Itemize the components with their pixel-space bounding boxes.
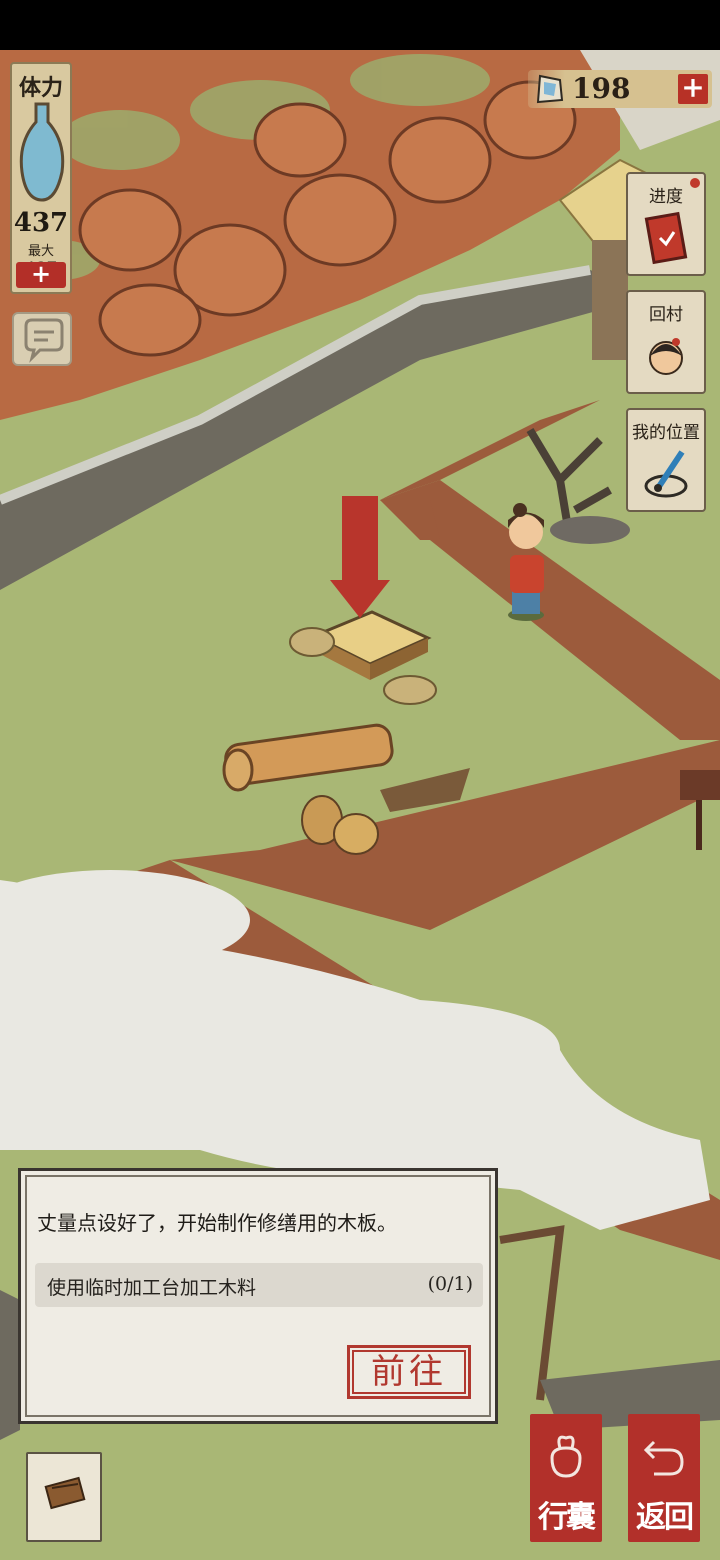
my-location-label: 我的位置 xyxy=(632,423,700,443)
progress-button[interactable]: 进度 xyxy=(626,172,706,276)
wood-planks-icon xyxy=(44,1476,86,1510)
task-progress: (0/1) xyxy=(427,1273,473,1295)
return-arrow-icon xyxy=(643,1440,684,1476)
chat-button[interactable] xyxy=(12,312,72,366)
quest-book-button[interactable] xyxy=(26,1452,102,1542)
currency-value: 198 xyxy=(572,72,631,105)
back-label: 返回 xyxy=(636,1500,694,1535)
bag-label: 行囊 xyxy=(538,1500,596,1535)
go-button[interactable]: 前往 xyxy=(347,1345,471,1399)
add-currency-button[interactable]: + xyxy=(678,74,708,104)
quest-dialog: 丈量点设好了，开始制作修缮用的木板。 使用临时加工台加工木料 (0/1) 前往 xyxy=(18,1168,498,1424)
red-book-icon xyxy=(644,211,688,265)
add-stamina-button[interactable]: + xyxy=(16,262,66,288)
chat-bubble-icon xyxy=(24,318,64,363)
task-label: 使用临时加工台加工木料 xyxy=(47,1277,257,1299)
brush-location-icon xyxy=(644,450,688,498)
status-bar xyxy=(0,0,720,50)
my-location-button[interactable]: 我的位置 xyxy=(626,408,706,512)
progress-label: 进度 xyxy=(649,187,683,207)
return-village-button[interactable]: 回村 xyxy=(626,290,706,394)
stamina-panel: 体力 437 最大437 + xyxy=(10,62,72,294)
currency-bar: 198 + xyxy=(528,70,712,108)
quest-text: 丈量点设好了，开始制作修缮用的木板。 xyxy=(37,1211,397,1235)
stamina-value: 437 xyxy=(13,208,69,238)
task-row: 使用临时加工台加工木料 (0/1) xyxy=(35,1263,483,1307)
jade-token-icon xyxy=(536,74,564,104)
stamina-title: 体力 xyxy=(18,75,63,101)
bundle-bag-icon xyxy=(550,1435,582,1478)
water-gourd-icon xyxy=(19,102,65,202)
back-button[interactable]: 返回 xyxy=(628,1414,700,1542)
bag-button[interactable]: 行囊 xyxy=(530,1414,602,1542)
game-screen: 体力 437 最大437 + 198 + 进度 回村 xyxy=(0,0,720,1560)
player-character xyxy=(508,503,544,621)
villager-portrait-icon xyxy=(649,338,683,375)
return-village-label: 回村 xyxy=(649,305,683,325)
